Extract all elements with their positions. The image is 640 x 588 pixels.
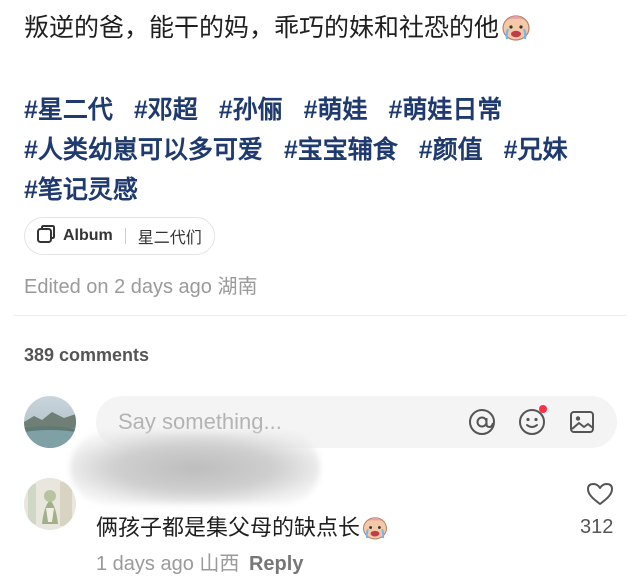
hashtag-link[interactable]: #笔记灵感 — [24, 176, 138, 204]
comment-time: 1 days ago — [96, 553, 194, 575]
edited-time: Edited on 2 days ago — [24, 276, 212, 298]
like-count: 312 — [580, 516, 614, 538]
hashtag-link[interactable]: #星二代 — [24, 96, 113, 124]
commenter-avatar[interactable] — [24, 478, 76, 530]
reply-button[interactable]: Reply — [249, 553, 303, 575]
hashtag-link[interactable]: #人类幼崽可以多可爱 — [24, 136, 263, 164]
heart-outline-icon — [586, 481, 614, 512]
hashtag-link[interactable]: #邓超 — [134, 96, 198, 124]
comments-count: 389 comments — [24, 345, 150, 365]
album-divider — [124, 228, 126, 244]
image-icon[interactable] — [565, 405, 599, 439]
post-location: 湖南 — [217, 276, 258, 298]
post-title: 叛逆的爸，能干的妈，乖巧的妹和社恐的他 — [24, 10, 624, 52]
notification-dot — [539, 405, 547, 413]
hashtag-link[interactable]: #颜值 — [419, 136, 483, 164]
hashtag-link[interactable]: #萌娃 — [304, 96, 368, 124]
hashtag-link[interactable]: #孙俪 — [219, 96, 283, 124]
section-divider — [14, 315, 626, 316]
comment-text: 俩孩子都是集父母的缺点长 — [96, 515, 361, 540]
hashtag-link[interactable]: #萌娃日常 — [388, 96, 502, 124]
like-button[interactable] — [584, 480, 616, 512]
post-title-text: 叛逆的爸，能干的妈，乖巧的妹和社恐的他 — [24, 14, 500, 42]
hashtag-list: #星二代 #邓超 #孙俪 #萌娃 #萌娃日常 #人类幼崽可以多可爱 #宝宝辅食 … — [24, 90, 624, 210]
comment-meta: 1 days ago 山西 Reply — [96, 547, 303, 576]
smiley-icon[interactable] — [515, 405, 549, 439]
current-user-avatar[interactable] — [24, 396, 76, 448]
blurred-username — [70, 432, 320, 504]
at-icon[interactable] — [465, 405, 499, 439]
hashtag-link[interactable]: #兄妹 — [504, 136, 568, 164]
comment-body: 俩孩子都是集父母的缺点长 — [96, 510, 390, 547]
edited-info: Edited on 2 days ago 湖南 — [24, 270, 257, 299]
album-chip[interactable]: Album 星二代们 — [24, 217, 215, 255]
comment-location: 山西 — [199, 553, 240, 575]
crying-face-icon — [499, 12, 533, 52]
crying-face-icon — [360, 514, 390, 547]
album-name: 星二代们 — [137, 230, 202, 247]
album-label: Album — [63, 227, 113, 244]
hashtag-link[interactable]: #宝宝辅食 — [284, 136, 398, 164]
album-icon — [35, 223, 57, 250]
